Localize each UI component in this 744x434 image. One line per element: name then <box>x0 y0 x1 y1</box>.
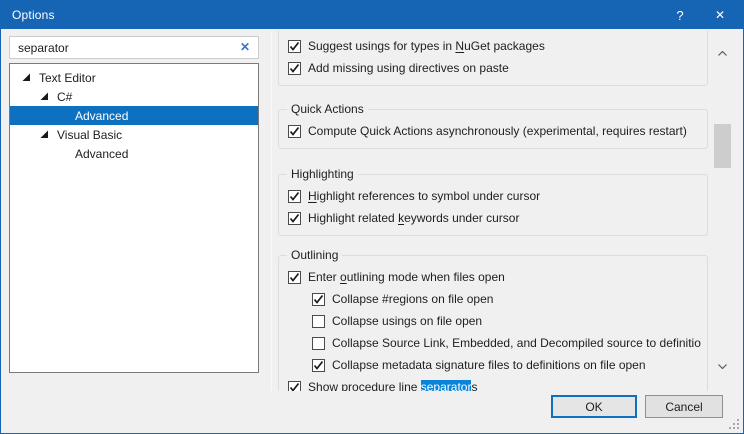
titlebar-buttons: ? ✕ <box>660 1 743 29</box>
checkbox-label: Collapse usings on file open <box>332 314 482 328</box>
checkbox-row-collapse-metadata-signature-files-to-definitions-on-file-open[interactable]: Collapse metadata signature files to def… <box>288 354 701 376</box>
checkbox-checked-icon[interactable] <box>288 190 301 203</box>
checkbox-label: Highlight references to symbol under cur… <box>308 189 540 203</box>
checkbox-checked-icon[interactable] <box>288 40 301 53</box>
tree-item-label: C# <box>57 90 78 104</box>
tree-expanded-icon[interactable] <box>40 92 57 101</box>
dialog-footer: OK Cancel <box>1 395 743 418</box>
tree-item-c[interactable]: C# <box>10 87 258 106</box>
tree-expanded-icon[interactable] <box>22 73 39 82</box>
settings-panel: Suggest usings for types in NuGet packag… <box>271 31 709 391</box>
checkbox-label: Enter outlining mode when files open <box>308 270 505 284</box>
checkbox-row-compute-quick-actions-asynchronously-experimental-requires-restart[interactable]: Compute Quick Actions asynchronously (ex… <box>288 120 701 142</box>
checkbox-row-highlight-references-to-symbol-under-cursor[interactable]: Highlight references to symbol under cur… <box>288 185 701 207</box>
checkbox-label: Highlight related keywords under cursor <box>308 211 519 225</box>
checkbox-label: Collapse metadata signature files to def… <box>332 358 646 372</box>
checkbox-row-show-procedure-line-separators[interactable]: Show procedure line separators <box>288 376 701 391</box>
scroll-down-button[interactable] <box>712 358 733 375</box>
checkbox-unchecked-icon[interactable] <box>312 315 325 328</box>
scroll-up-button[interactable] <box>712 45 733 62</box>
vertical-scrollbar[interactable] <box>712 45 733 375</box>
options-tree[interactable]: Text Editor C# Advanced Visual Basic Advance… <box>9 63 259 373</box>
group-label: Outlining <box>287 248 342 262</box>
tree-item-text-editor[interactable]: Text Editor <box>10 68 258 87</box>
cancel-button[interactable]: Cancel <box>645 395 723 418</box>
chevron-up-icon <box>718 51 727 56</box>
tree-item-label: Visual Basic <box>57 128 128 142</box>
checkbox-checked-icon[interactable] <box>312 359 325 372</box>
checkbox-label: Collapse Source Link, Embedded, and Deco… <box>332 336 701 350</box>
checkbox-label: Compute Quick Actions asynchronously (ex… <box>308 124 687 138</box>
checkbox-row-suggest-usings-for-types-in-nuget-packages[interactable]: Suggest usings for types in NuGet packag… <box>288 35 701 57</box>
scrollbar-thumb[interactable] <box>714 124 731 168</box>
checkbox-row-collapse-source-link-embedded-and-decompiled-source-to-definitions[interactable]: Collapse Source Link, Embedded, and Deco… <box>288 332 701 354</box>
search-match-highlight: separator <box>421 380 472 391</box>
checkbox-checked-icon[interactable] <box>312 293 325 306</box>
group-highlighting: HighlightingHighlight references to symb… <box>278 174 708 236</box>
checkbox-label: Suggest usings for types in NuGet packag… <box>308 39 545 53</box>
window-title: Options <box>1 8 55 22</box>
checkbox-checked-icon[interactable] <box>288 62 301 75</box>
help-icon: ? <box>676 8 683 23</box>
tree-item-advanced[interactable]: Advanced <box>10 144 258 163</box>
checkbox-label: Show procedure line separators <box>308 380 477 391</box>
checkbox-row-collapse-regions-on-file-open[interactable]: Collapse #regions on file open <box>288 288 701 310</box>
search-clear-icon[interactable]: ✕ <box>238 40 252 54</box>
checkbox-row-highlight-related-keywords-under-cursor[interactable]: Highlight related keywords under cursor <box>288 207 701 229</box>
close-icon: ✕ <box>715 8 725 22</box>
ok-button[interactable]: OK <box>551 395 637 418</box>
checkbox-checked-icon[interactable] <box>288 381 301 392</box>
group-label: Quick Actions <box>287 102 368 116</box>
close-button[interactable]: ✕ <box>700 1 740 29</box>
checkbox-checked-icon[interactable] <box>288 212 301 225</box>
search-container: ✕ <box>9 36 259 59</box>
group-quick-actions: Quick ActionsCompute Quick Actions async… <box>278 109 708 149</box>
group-clipped: Suggest usings for types in NuGet packag… <box>278 31 708 86</box>
group-outlining: OutliningEnter outlining mode when files… <box>278 255 708 391</box>
titlebar[interactable]: Options ? ✕ <box>1 1 743 29</box>
search-input[interactable] <box>9 36 259 59</box>
tree-item-label: Advanced <box>75 109 134 123</box>
checkbox-label: Collapse #regions on file open <box>332 292 493 306</box>
tree-expanded-icon[interactable] <box>40 130 57 139</box>
checkbox-unchecked-icon[interactable] <box>312 337 325 350</box>
checkbox-checked-icon[interactable] <box>288 125 301 138</box>
scrollbar-track[interactable] <box>712 62 733 358</box>
checkbox-row-add-missing-using-directives-on-paste[interactable]: Add missing using directives on paste <box>288 57 701 79</box>
tree-item-label: Text Editor <box>39 71 102 85</box>
help-button[interactable]: ? <box>660 1 700 29</box>
tree-item-label: Advanced <box>75 147 134 161</box>
checkbox-checked-icon[interactable] <box>288 271 301 284</box>
chevron-down-icon <box>718 364 727 369</box>
checkbox-row-enter-outlining-mode-when-files-open[interactable]: Enter outlining mode when files open <box>288 266 701 288</box>
checkbox-row-collapse-usings-on-file-open[interactable]: Collapse usings on file open <box>288 310 701 332</box>
checkbox-label: Add missing using directives on paste <box>308 61 509 75</box>
group-label: Highlighting <box>287 167 358 181</box>
options-dialog: Options ? ✕ ✕ Text Editor C# Advanced Visua… <box>0 0 744 434</box>
tree-item-advanced[interactable]: Advanced <box>10 106 258 125</box>
resize-grip[interactable] <box>729 419 740 430</box>
tree-item-visual-basic[interactable]: Visual Basic <box>10 125 258 144</box>
